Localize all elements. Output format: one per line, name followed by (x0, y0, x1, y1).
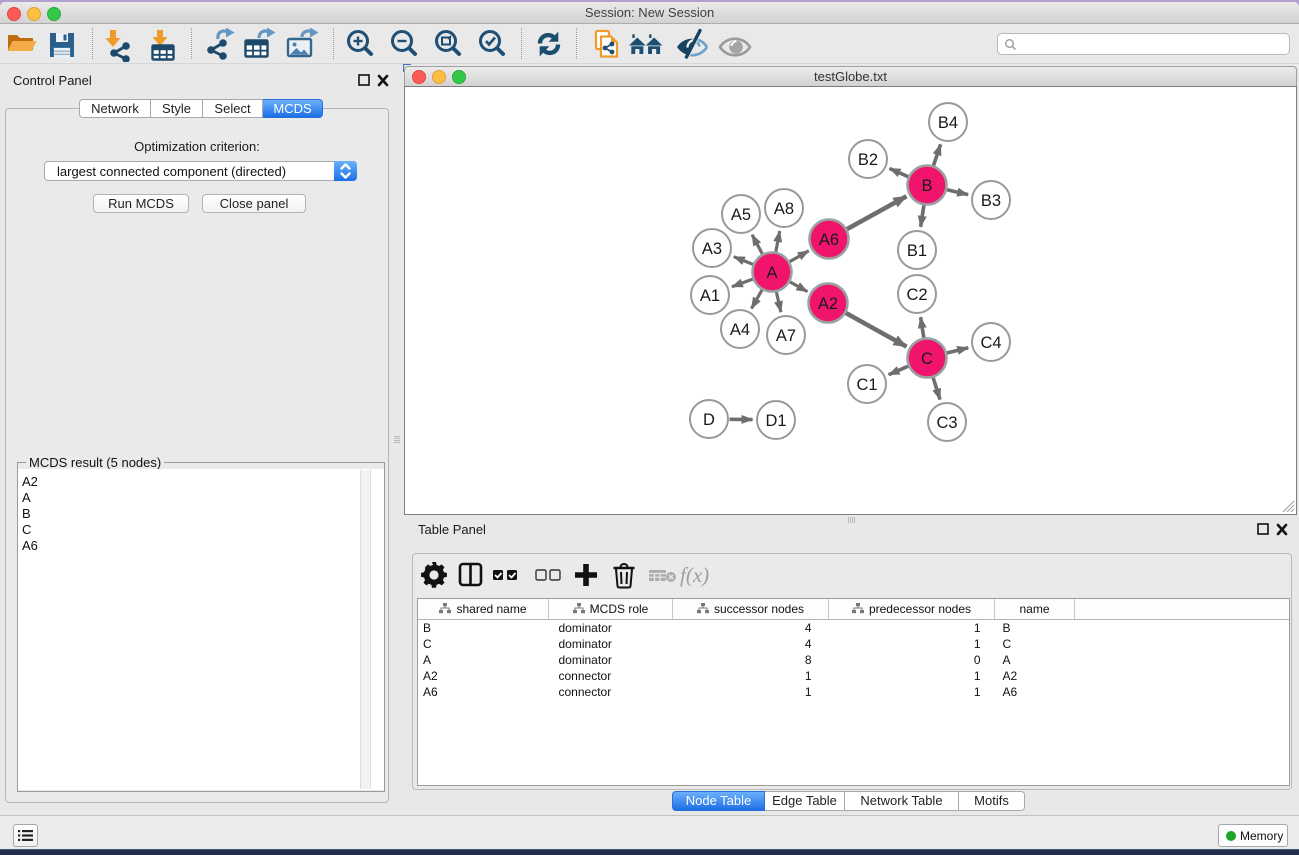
svg-text:C1: C1 (856, 376, 877, 394)
svg-text:C: C (921, 350, 933, 368)
svg-text:A6: A6 (819, 231, 839, 249)
svg-text:D1: D1 (765, 412, 786, 430)
svg-text:A1: A1 (700, 287, 720, 305)
svg-text:C2: C2 (906, 286, 927, 304)
svg-text:f(x): f(x) (680, 563, 709, 587)
svg-text:A7: A7 (776, 327, 796, 345)
svg-text:B: B (921, 177, 932, 195)
svg-text:B3: B3 (981, 192, 1001, 210)
svg-text:A5: A5 (731, 206, 751, 224)
svg-text:C3: C3 (936, 414, 957, 432)
svg-text:D: D (703, 411, 715, 429)
svg-text:A3: A3 (702, 240, 722, 258)
svg-text:A2: A2 (818, 295, 838, 313)
svg-text:A4: A4 (730, 321, 750, 339)
svg-text:B4: B4 (938, 114, 958, 132)
svg-text:A8: A8 (774, 200, 794, 218)
svg-text:C4: C4 (980, 334, 1001, 352)
svg-text:B2: B2 (858, 151, 878, 169)
svg-text:B1: B1 (907, 242, 927, 260)
svg-text:A: A (766, 264, 777, 282)
